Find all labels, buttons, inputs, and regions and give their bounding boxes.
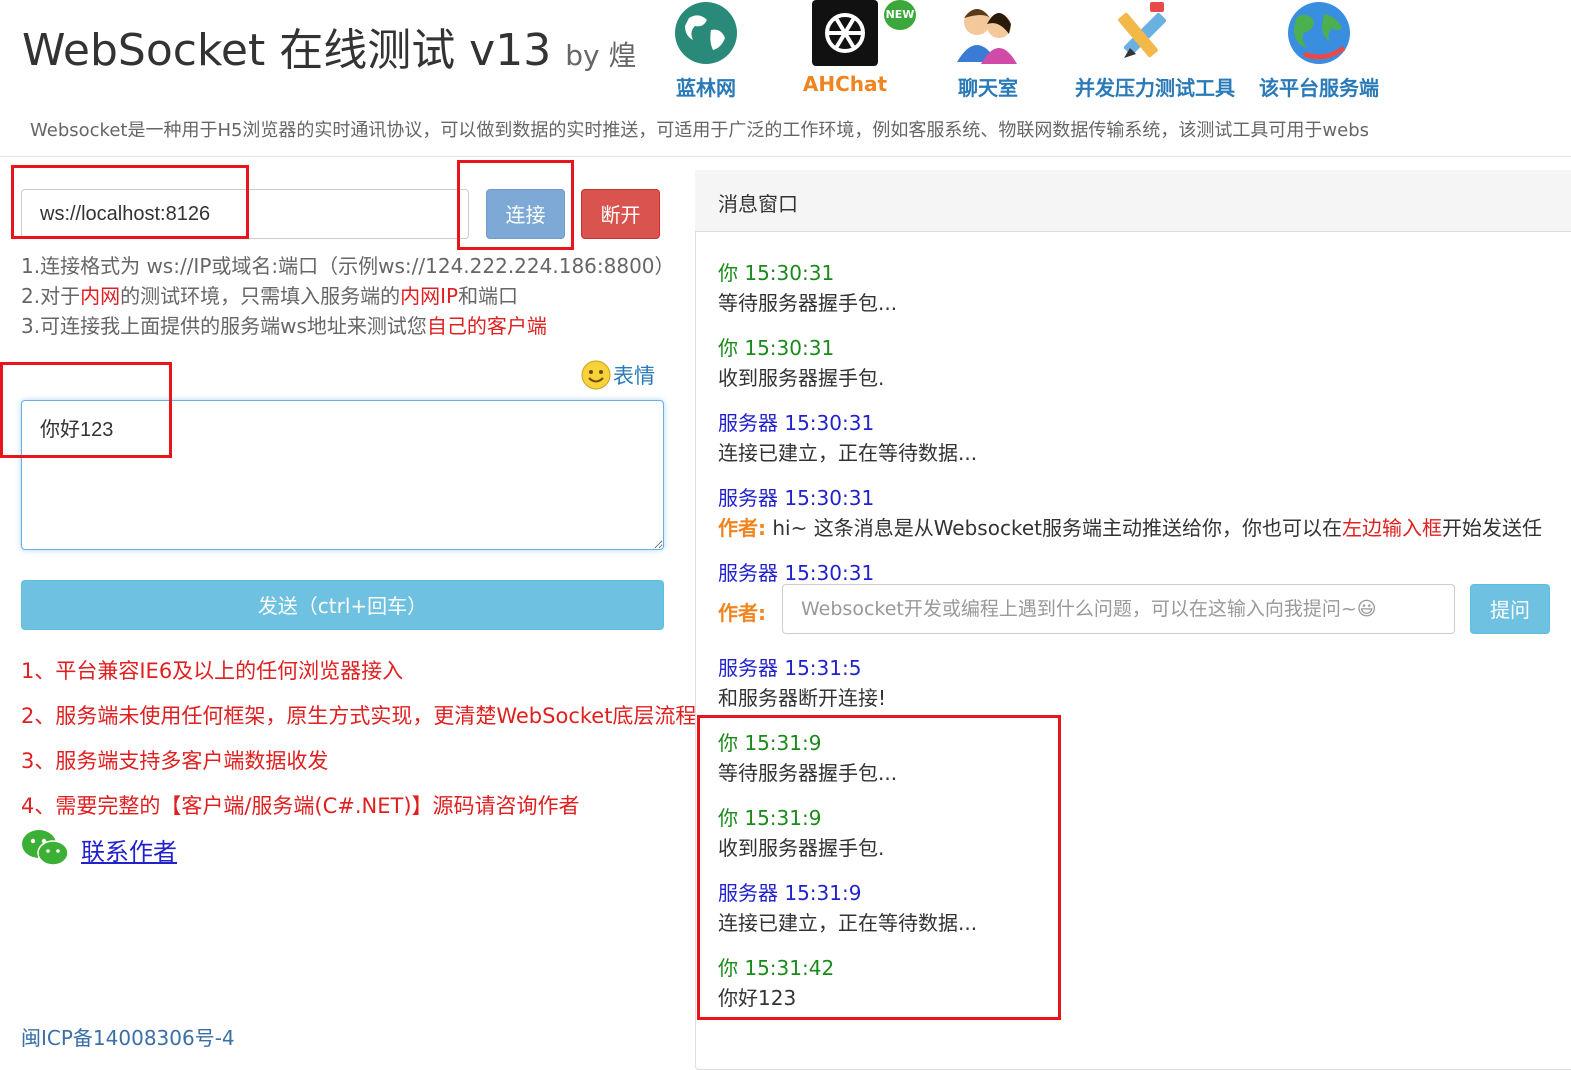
ws-url-input[interactable]	[21, 189, 469, 239]
hint-text: 的测试环境，只需填入服务端的	[120, 284, 401, 308]
message-head: 服务器 15:31:5	[718, 656, 862, 680]
message-body: 收到服务器握手包.	[718, 366, 885, 390]
message-body: 连接已建立，正在等待数据...	[718, 441, 978, 465]
ask-button[interactable]: 提问	[1470, 584, 1550, 634]
message-head: 服务器 15:30:31	[718, 486, 875, 510]
message-textarea[interactable]: 你好123	[21, 400, 664, 550]
nav-label: AHChat	[802, 72, 888, 96]
hint-line-1: 1.连接格式为 ws://IP或域名:端口（示例ws://124.222.224…	[21, 254, 675, 278]
nav-stress-test[interactable]: 并发压力测试工具	[1075, 0, 1235, 101]
page-title: WebSocket 在线测试 v13 by 煌	[22, 14, 636, 78]
disconnect-button[interactable]: 断开	[581, 189, 660, 239]
earth-icon	[1288, 2, 1350, 64]
openai-icon	[812, 0, 878, 66]
nav-lanlin[interactable]: 蓝林网	[636, 0, 776, 101]
author-label-row: 作者:	[718, 597, 766, 626]
ask-question-input[interactable]: Websocket开发或编程上遇到什么问题，可以在这输入向我提问~😃	[782, 584, 1455, 634]
globe-icon	[675, 2, 737, 64]
message-body: 你好123	[718, 986, 797, 1010]
message-text: hi~ 这条消息是从Websocket服务端主动推送给你，你也可以在	[766, 516, 1342, 540]
feature-item: 3、服务端支持多客户端数据收发	[21, 749, 329, 773]
page-description: Websocket是一种用于H5浏览器的实时通讯协议，可以做到数据的实时推送，可…	[30, 120, 1370, 141]
hint-text: 3.可连接我上面提供的服务端ws地址来测试您	[21, 314, 427, 338]
message-body: 和服务器断开连接!	[718, 686, 887, 710]
hint-highlight: 内网	[80, 284, 121, 308]
tools-icon	[1118, 2, 1167, 58]
hint-line-2: 2.对于内网的测试环境，只需填入服务端的内网IP和端口	[21, 280, 518, 309]
message-body: 等待服务器握手包...	[718, 761, 898, 785]
feature-item: 4、需要完整的【客户端/服务端(C#.NET)】源码请咨询作者	[21, 794, 580, 818]
hint-text: 2.对于	[21, 284, 81, 308]
new-badge: NEW	[884, 0, 916, 30]
author-label: 作者:	[718, 601, 766, 625]
feature-item: 1、平台兼容IE6及以上的任何浏览器接入	[21, 659, 404, 683]
message-panel-header	[695, 170, 1571, 232]
message-head: 你 15:31:9	[718, 731, 822, 755]
nav-chatroom[interactable]: 聊天室	[918, 0, 1058, 101]
message-panel-title: 消息窗口	[718, 192, 798, 216]
nav-server[interactable]: 该平台服务端	[1249, 0, 1389, 101]
hint-highlight: 内网IP	[400, 284, 459, 308]
hint-highlight: 自己的客户端	[426, 314, 547, 338]
message-body: 连接已建立，正在等待数据...	[718, 911, 978, 935]
message-highlight: 左边输入框	[1341, 516, 1442, 540]
nav-label: 该平台服务端	[1259, 76, 1379, 100]
header-divider	[0, 156, 1571, 157]
message-head: 服务器 15:30:31	[718, 561, 875, 585]
wechat-icon	[22, 830, 69, 866]
message-body: 等待服务器握手包...	[718, 291, 898, 315]
message-head: 你 15:30:31	[718, 261, 835, 285]
author-label: 作者:	[718, 516, 766, 540]
connect-button[interactable]: 连接	[486, 189, 565, 239]
nav-label: 并发压力测试工具	[1075, 76, 1235, 100]
title-text: WebSocket 在线测试 v13	[22, 25, 552, 76]
message-body: 收到服务器握手包.	[718, 836, 885, 860]
message-head: 你 15:30:31	[718, 336, 835, 360]
feature-item: 2、服务端未使用任何框架，原生方式实现，更清楚WebSocket底层流程	[21, 704, 697, 728]
message-body: 作者: hi~ 这条消息是从Websocket服务端主动推送给你，你也可以在左边…	[718, 512, 1542, 541]
smiley-icon[interactable]	[581, 360, 611, 390]
hint-line-3: 3.可连接我上面提供的服务端ws地址来测试您自己的客户端	[21, 310, 547, 339]
message-head: 你 15:31:9	[718, 806, 822, 830]
message-head: 服务器 15:30:31	[718, 411, 875, 435]
hint-text: 和端口	[458, 284, 519, 308]
message-text: 开始发送任	[1441, 516, 1542, 540]
title-by: by 煌	[565, 39, 637, 72]
nav-label: 蓝林网	[676, 76, 736, 100]
contact-author-link[interactable]: 联系作者	[81, 832, 177, 867]
message-head: 你 15:31:42	[718, 956, 835, 980]
users-icon	[957, 9, 1017, 64]
emoji-link[interactable]: 表情	[613, 360, 655, 390]
send-button[interactable]: 发送（ctrl+回车）	[21, 580, 664, 630]
icp-link[interactable]: 闽ICP备14008306号-4	[21, 1022, 235, 1051]
message-head: 服务器 15:31:9	[718, 881, 862, 905]
nav-label: 聊天室	[958, 76, 1018, 100]
